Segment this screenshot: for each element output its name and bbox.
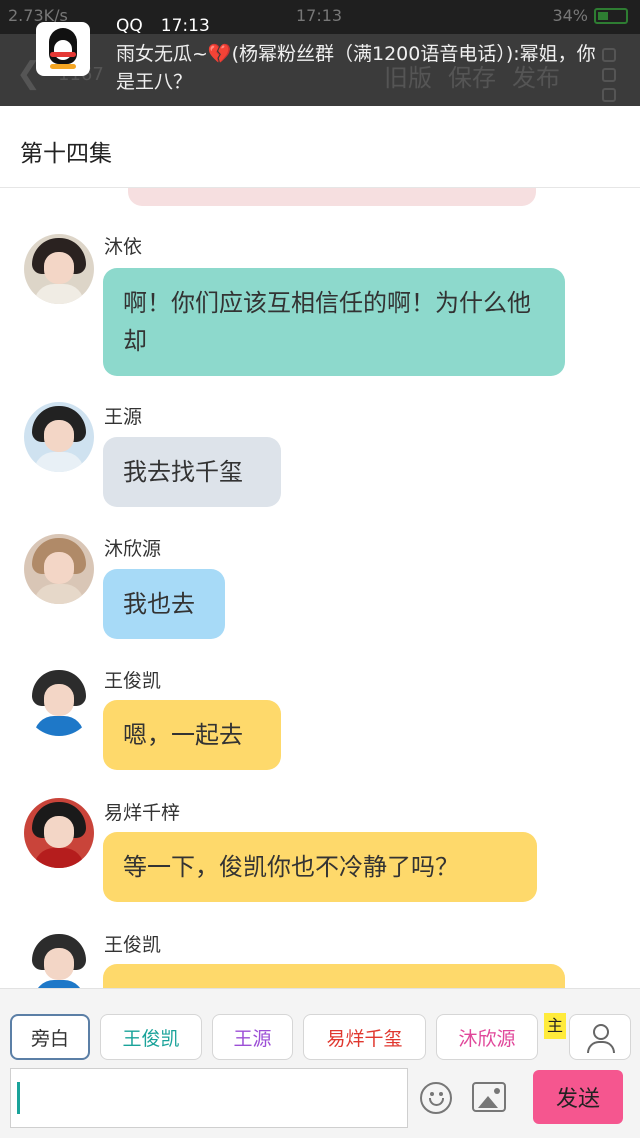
sender-name: 易烊千梓 bbox=[104, 802, 181, 824]
more-menu-icon[interactable] bbox=[602, 48, 618, 106]
sender-name: 沐欣源 bbox=[104, 538, 162, 560]
title-bar: 第十四集 bbox=[0, 106, 640, 188]
message-bubble[interactable]: 嗯，一起去 bbox=[103, 700, 281, 770]
chat-area[interactable]: 沐依 啊！你们应该互相信任的啊！为什么他却 王源 我去找千玺 沐欣源 我也去 王… bbox=[0, 188, 640, 988]
qq-notification[interactable]: QQ 17:13 雨女无瓜~💔(杨幂粉丝群（满1200语音电话）):幂姐，你是王… bbox=[36, 14, 596, 104]
message-bubble[interactable]: 啊！你们应该互相信任的啊！为什么他却 bbox=[103, 268, 565, 376]
message-bubble[interactable]: 我去找千玺 bbox=[103, 437, 281, 507]
message-bubble[interactable] bbox=[103, 964, 565, 988]
character-chip-narrator[interactable]: 旁白 bbox=[10, 1014, 90, 1060]
character-chip-mu-xinyuan[interactable]: 沐欣源 bbox=[436, 1014, 538, 1060]
battery-icon bbox=[594, 7, 628, 24]
sender-name: 沐依 bbox=[104, 236, 143, 258]
message-bubble[interactable]: 我也去 bbox=[103, 569, 225, 639]
message-bubble[interactable]: 等一下，俊凯你也不冷静了吗？ bbox=[103, 832, 537, 902]
main-role-tag: 主 bbox=[544, 1013, 566, 1039]
avatar[interactable] bbox=[24, 534, 94, 604]
send-button[interactable]: 发送 bbox=[533, 1070, 623, 1124]
sender-name: 王源 bbox=[104, 406, 143, 428]
add-character-button[interactable] bbox=[569, 1014, 631, 1060]
qq-logo-icon bbox=[36, 22, 90, 76]
page-title: 第十四集 bbox=[20, 141, 112, 167]
avatar[interactable] bbox=[24, 930, 94, 988]
notification-app: QQ bbox=[116, 16, 143, 36]
input-row: 发送 bbox=[0, 1062, 640, 1138]
image-icon[interactable] bbox=[472, 1082, 506, 1112]
top-bar: 2.73K/s 17:13 34% ❮ 1167 旧版 保存 发布 QQ 17:… bbox=[0, 0, 640, 106]
previous-message-bubble bbox=[128, 188, 536, 206]
character-chip-wang-yuan[interactable]: 王源 bbox=[212, 1014, 293, 1060]
avatar[interactable] bbox=[24, 798, 94, 868]
user-icon bbox=[593, 1024, 609, 1040]
avatar[interactable] bbox=[24, 402, 94, 472]
character-selector: 旁白 王俊凯 王源 易烊千玺 沐欣源 主 bbox=[0, 988, 640, 1062]
avatar[interactable] bbox=[24, 234, 94, 304]
emoji-icon[interactable] bbox=[420, 1082, 452, 1114]
sender-name: 王俊凯 bbox=[104, 934, 162, 956]
avatar[interactable] bbox=[24, 666, 94, 736]
notification-time: 17:13 bbox=[160, 16, 210, 36]
character-chip-yi-yangqianxi[interactable]: 易烊千玺 bbox=[303, 1014, 426, 1060]
notification-text: 雨女无瓜~💔(杨幂粉丝群（满1200语音电话）):幂姐，你是王八？ bbox=[116, 43, 596, 93]
sender-name: 王俊凯 bbox=[104, 670, 162, 692]
text-caret bbox=[17, 1082, 20, 1114]
message-input[interactable] bbox=[10, 1068, 408, 1128]
character-chip-wang-junkai[interactable]: 王俊凯 bbox=[100, 1014, 202, 1060]
